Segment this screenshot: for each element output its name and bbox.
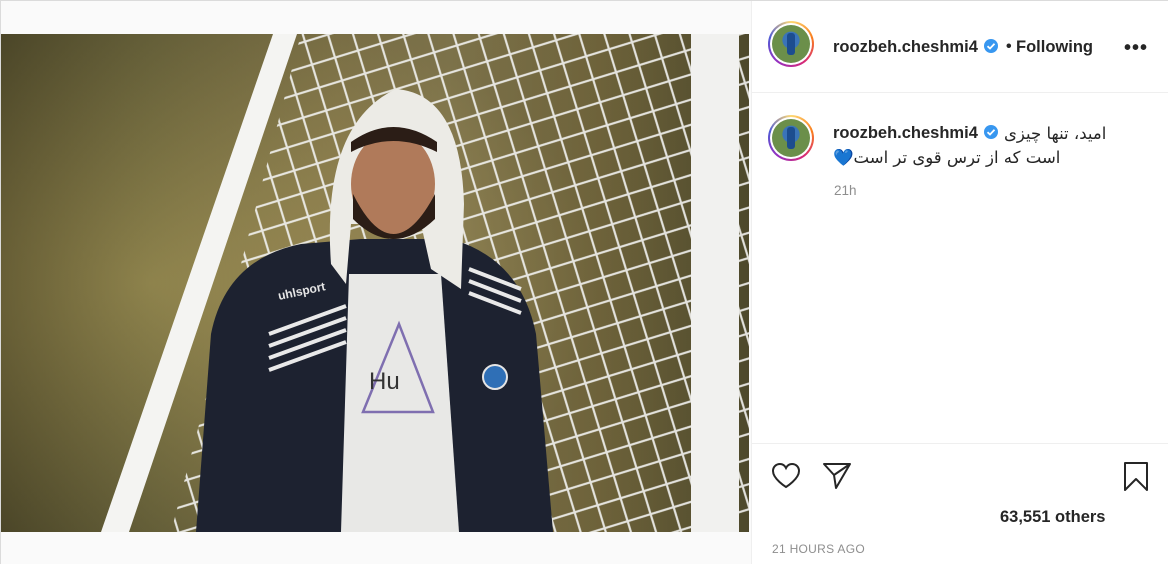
post-photo[interactable]: Hu uhlsport [1, 34, 749, 532]
post-header: roozbeh.cheshmi4 • Following ••• [752, 1, 1168, 93]
verified-badge-icon [983, 125, 998, 139]
post-container: Hu uhlsport roozbeh.cheshmi4 • Following… [0, 0, 1168, 564]
header-username[interactable]: roozbeh.cheshmi4 [833, 38, 999, 57]
post-media: Hu uhlsport [1, 1, 751, 564]
post-actions: 63,551 others 21 HOURS AGO [752, 443, 1168, 564]
verified-badge-icon [983, 39, 998, 53]
post-sidebar: roozbeh.cheshmi4 • Following ••• roozbeh… [751, 1, 1168, 564]
bookmark-icon[interactable] [1120, 460, 1152, 492]
shirt-text: Hu [369, 368, 400, 395]
caption-text-line1: امید، تنها چیزی [1004, 124, 1107, 143]
caption-avatar[interactable] [768, 115, 814, 161]
caption-text-line2: است که از ترس قوی تر است💙 [833, 148, 1061, 167]
likes-count[interactable]: 63,551 others [1000, 508, 1105, 527]
header-separator: • [1006, 38, 1012, 55]
blue-heart-emoji-icon: 💙 [833, 148, 854, 167]
header-avatar[interactable] [768, 21, 814, 67]
more-options-icon[interactable]: ••• [1124, 37, 1148, 60]
heart-outline-icon[interactable] [770, 460, 802, 492]
following-button[interactable]: Following [1016, 38, 1093, 57]
caption-timestamp[interactable]: 21h [834, 183, 857, 198]
post-timestamp[interactable]: 21 HOURS AGO [772, 542, 865, 556]
caption-username[interactable]: roozbeh.cheshmi4 [833, 124, 999, 143]
paper-plane-icon[interactable] [821, 459, 853, 491]
caption-comment: roozbeh.cheshmi4 امید، تنها چیزی است که … [752, 93, 1168, 443]
